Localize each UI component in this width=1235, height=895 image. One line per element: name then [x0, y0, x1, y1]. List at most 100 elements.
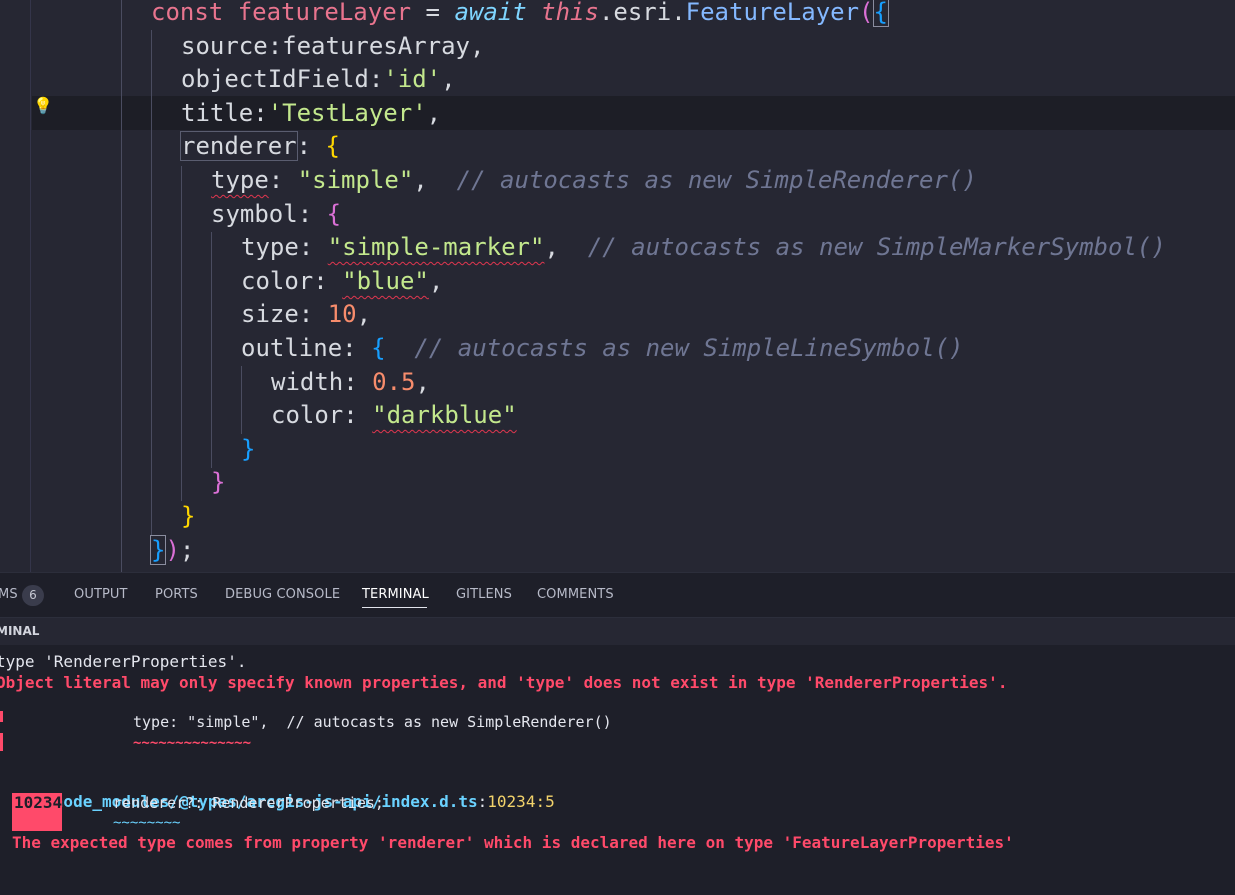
code-token: FeatureLayer — [685, 0, 860, 26]
code-line[interactable]: } — [181, 500, 195, 533]
indent-guide — [181, 166, 182, 501]
code-token: await — [454, 0, 527, 26]
code-token: this — [541, 0, 599, 26]
code-token: : — [298, 300, 328, 329]
code-line[interactable]: color: "darkblue" — [271, 399, 517, 432]
tab-ports[interactable]: PORTS — [155, 587, 198, 602]
code-line[interactable]: const featureLayer = await this.esri.Fea… — [151, 0, 889, 29]
code-token: // autocasts as new SimpleLineSymbol() — [414, 334, 964, 362]
code-token: } — [149, 534, 167, 565]
code-token: 0.5 — [372, 367, 416, 396]
code-token: : — [297, 199, 327, 228]
indent-guide — [241, 366, 242, 434]
code-line[interactable]: size: 10, — [241, 298, 371, 331]
tab-comments[interactable]: COMMENTS — [537, 587, 614, 602]
code-token: { — [872, 0, 889, 27]
code-line[interactable]: type: "simple-marker", // autocasts as n… — [241, 231, 1166, 264]
code-token: size — [241, 300, 299, 329]
tab-gitlens[interactable]: GITLENS — [456, 587, 512, 602]
line-number: 10234 — [14, 793, 63, 812]
code-token: : — [268, 166, 298, 194]
code-token: : — [313, 266, 343, 295]
code-token: { — [325, 132, 340, 161]
terminal-section-header: MINAL — [0, 617, 1235, 645]
error-squiggle: ~~~~~~~~~~~~~~ — [133, 735, 252, 751]
code-token: , — [441, 65, 456, 94]
error-gutter-mark — [0, 733, 3, 751]
code-token: source — [181, 31, 268, 60]
code-line[interactable]: outline: { // autocasts as new SimpleLin… — [241, 332, 964, 365]
code-token: width — [271, 367, 344, 396]
problems-count-badge: 6 — [22, 585, 44, 606]
code-token: .esri. — [598, 0, 686, 26]
panel-tabs: MS 6 OUTPUT PORTS DEBUG CONSOLE TERMINAL… — [0, 573, 1235, 617]
declaration-snippet: renderer?: RendererProperties; — [113, 794, 384, 812]
code-line[interactable]: source:featuresArray, — [181, 30, 484, 63]
error-gutter-mark — [0, 711, 3, 722]
indent-guide — [121, 0, 122, 572]
terminal-line: type 'RendererProperties'. — [0, 652, 247, 671]
code-token: , — [426, 98, 442, 127]
path-separator: : — [477, 792, 488, 811]
tab-problems[interactable]: MS — [0, 587, 18, 602]
code-line[interactable]: } — [241, 433, 255, 466]
code-token: , — [428, 266, 444, 295]
code-line[interactable]: renderer: { — [180, 130, 340, 163]
code-token: , — [544, 233, 588, 262]
code-token: , — [413, 166, 457, 194]
code-line[interactable]: width: 0.5, — [271, 366, 430, 399]
code-token: "darkblue" — [372, 401, 517, 430]
file-location[interactable]: 10234:5 — [487, 792, 554, 811]
code-token: color — [241, 266, 314, 295]
code-line[interactable]: objectIdField:'id', — [181, 63, 456, 96]
error-message: Object literal may only specify known pr… — [0, 673, 1008, 692]
code-token: = — [411, 0, 455, 26]
gutter-border — [30, 0, 31, 572]
active-tab-indicator — [362, 607, 427, 608]
code-token: } — [241, 434, 256, 463]
indent-guide — [211, 232, 212, 468]
code-editor[interactable]: 💡 const featureLayer = await this.esri.F… — [0, 0, 1235, 572]
lightbulb-icon[interactable]: 💡 — [33, 96, 53, 116]
code-token: // autocasts as new SimpleMarkerSymbol() — [587, 233, 1166, 262]
code-line[interactable]: symbol: { — [211, 198, 341, 231]
code-token: color — [271, 401, 344, 430]
code-token: : — [267, 31, 283, 60]
code-line[interactable]: type: "simple", // autocasts as new Simp… — [211, 164, 977, 197]
code-token: // autocasts as new SimpleRenderer() — [456, 166, 977, 194]
code-line[interactable]: } — [211, 466, 225, 499]
code-token: { — [371, 334, 386, 362]
code-token: : — [342, 334, 372, 362]
code-token: symbol — [211, 199, 298, 228]
indent-guide — [151, 30, 152, 535]
code-token: : — [343, 401, 373, 430]
code-token: : — [368, 65, 384, 94]
tab-terminal[interactable]: TERMINAL — [362, 587, 429, 602]
code-token: outline — [241, 334, 343, 362]
code-token: 10 — [327, 300, 357, 329]
tab-debug-console[interactable]: DEBUG CONSOLE — [225, 587, 340, 602]
code-line[interactable]: title:'TestLayer', — [181, 97, 441, 130]
code-token: , — [356, 300, 372, 329]
terminal-header-label: MINAL — [0, 624, 40, 638]
code-token: , — [470, 31, 485, 60]
code-token: const — [151, 0, 238, 26]
code-token: "blue" — [342, 266, 429, 295]
error-code-snippet: type: "simple", // autocasts as new Simp… — [133, 713, 612, 731]
tab-output[interactable]: OUTPUT — [74, 587, 128, 602]
code-line[interactable]: }); — [149, 534, 195, 567]
code-token: : — [343, 367, 373, 396]
code-token: } — [181, 502, 196, 530]
code-token: featuresArray — [282, 31, 470, 60]
code-token: type — [211, 166, 269, 194]
code-token: : — [298, 233, 328, 262]
code-token: } — [211, 468, 226, 497]
related-info-message: The expected type comes from property 'r… — [12, 833, 1014, 852]
code-token: type — [241, 233, 299, 262]
code-token: ; — [179, 535, 195, 564]
code-token: { — [326, 199, 342, 228]
code-token: 'id' — [383, 65, 442, 94]
code-line[interactable]: color: "blue", — [241, 265, 443, 298]
code-token: "simple-marker" — [327, 233, 545, 262]
